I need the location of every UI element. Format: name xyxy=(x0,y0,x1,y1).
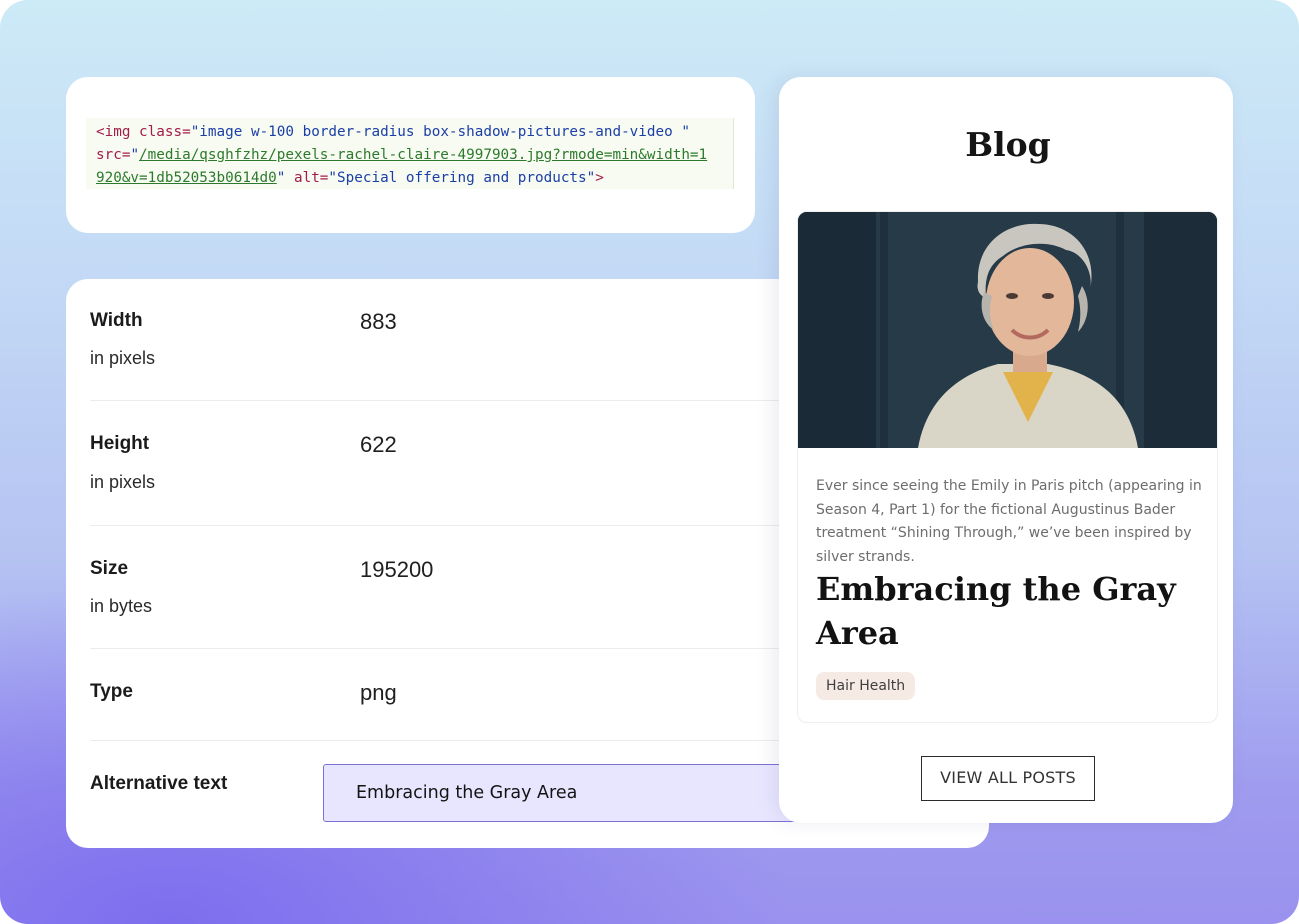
height-unit: in pixels xyxy=(90,472,156,492)
post-tag-badge[interactable]: Hair Health xyxy=(816,672,916,700)
type-label: Type xyxy=(90,681,133,702)
code-snippet: <img class="image w-100 border-radius bo… xyxy=(86,118,734,189)
code-val-class: "image w-100 border-radius box-shadow-pi… xyxy=(190,124,690,140)
height-label: Height xyxy=(90,433,150,454)
code-src-link-cont[interactable]: 920&v=1db52053b0614d0 xyxy=(96,170,277,186)
code-quote-open: " xyxy=(130,147,140,163)
width-value: 883 xyxy=(360,309,397,334)
background-stage: <img class="image w-100 border-radius bo… xyxy=(0,0,1299,924)
type-value: png xyxy=(360,680,397,705)
portrait-illustration xyxy=(798,212,1217,448)
width-label: Width xyxy=(90,310,143,331)
view-all-posts-button[interactable]: VIEW ALL POSTS xyxy=(921,756,1095,801)
code-tag-open: <img xyxy=(96,124,131,140)
size-label: Size xyxy=(90,558,129,579)
code-snippet-card: <img class="image w-100 border-radius bo… xyxy=(66,77,755,233)
width-unit: in pixels xyxy=(90,348,156,368)
code-tag-close: > xyxy=(595,170,604,186)
height-value: 622 xyxy=(360,432,397,457)
code-src-link[interactable]: /media/qsghfzhz/pexels-rachel-claire-499… xyxy=(139,147,707,163)
post-title[interactable]: Embracing the Gray Area xyxy=(816,567,1206,655)
blog-heading: Blog xyxy=(965,125,1051,164)
blog-card: Blog Ever since seeing the Emily in Pari… xyxy=(779,77,1233,823)
alt-text-label: Alternative text xyxy=(90,773,228,794)
blog-post-card[interactable]: Ever since seeing the Emily in Paris pit… xyxy=(797,211,1218,723)
code-attr-src: src= xyxy=(96,147,131,163)
code-val-alt: "Special offering and products" xyxy=(328,170,596,186)
size-value: 195200 xyxy=(360,557,434,582)
code-attr-class: class= xyxy=(130,124,191,140)
code-attr-alt: alt= xyxy=(285,170,329,186)
post-photo[interactable] xyxy=(798,212,1217,448)
post-excerpt: Ever since seeing the Emily in Paris pit… xyxy=(816,478,1202,565)
size-unit: in bytes xyxy=(90,596,153,616)
